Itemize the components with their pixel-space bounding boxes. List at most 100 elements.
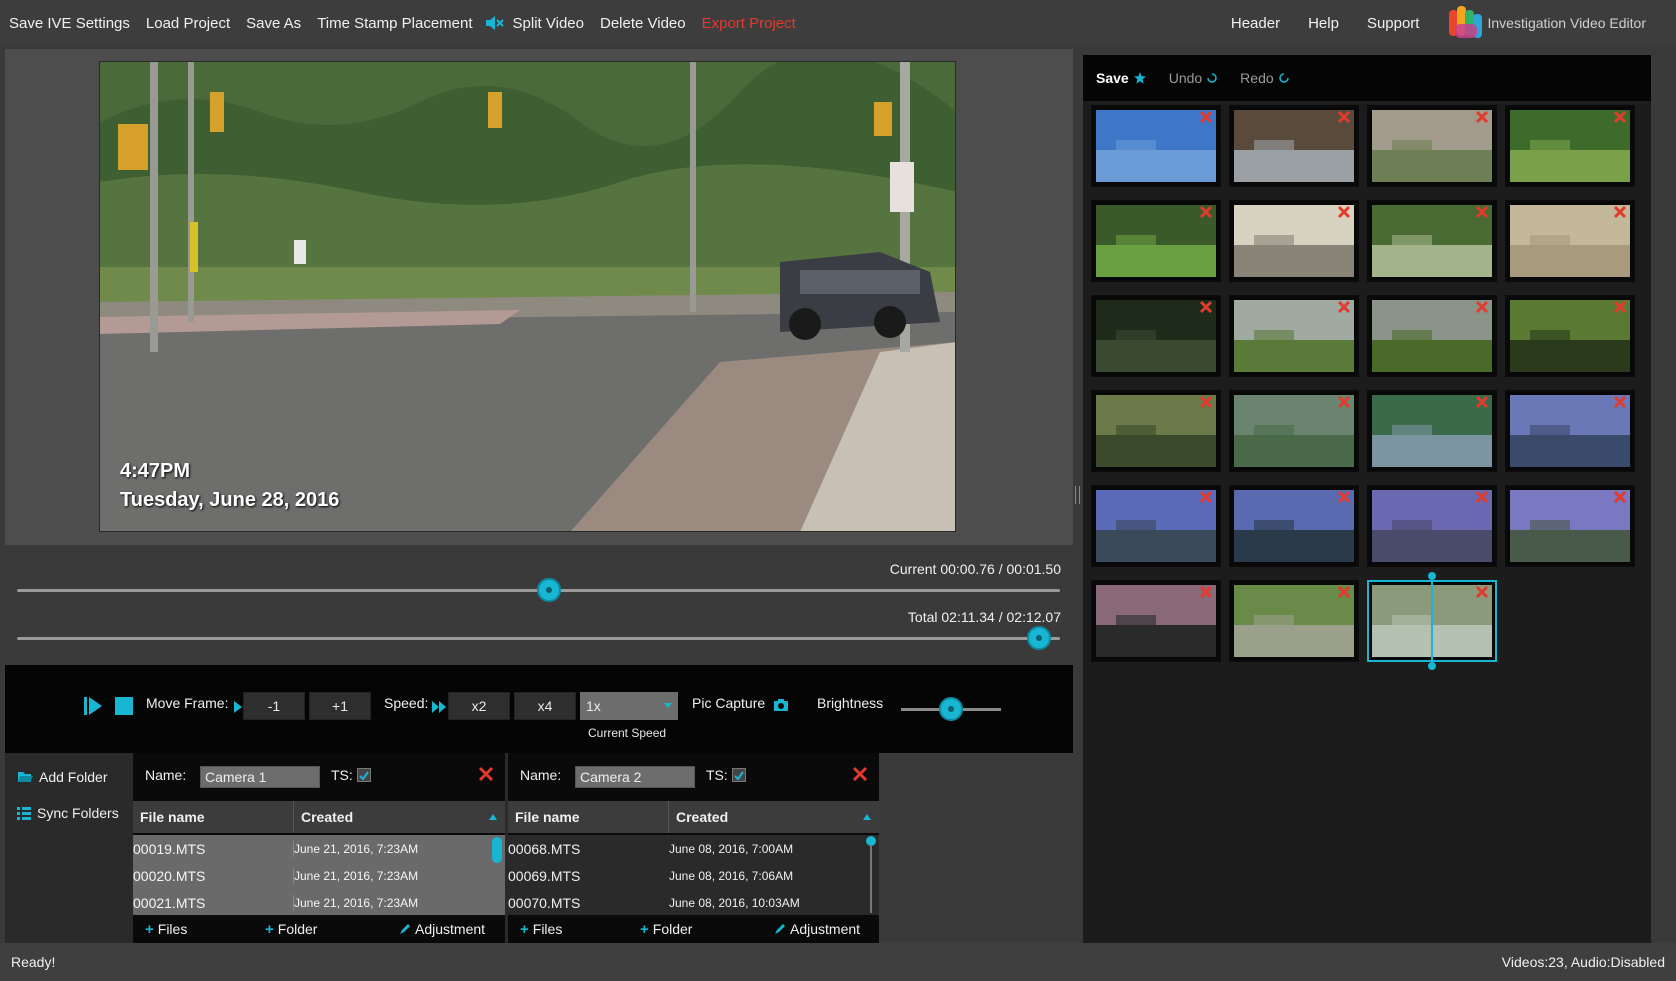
gallery-undo-button[interactable]: Undo [1169, 70, 1217, 86]
add-folder-to-camera-button[interactable]: + Folder [265, 921, 317, 938]
camera-1-name-input[interactable] [200, 766, 320, 788]
column-header-file-name[interactable]: File name [508, 801, 669, 833]
brightness-slider-thumb[interactable] [939, 697, 963, 721]
camera-icon[interactable] [773, 698, 789, 712]
delete-clip-icon[interactable] [1475, 490, 1489, 504]
clip-thumbnail[interactable] [1091, 485, 1221, 567]
camera-1-scrollbar[interactable] [491, 835, 503, 915]
clip-thumbnail[interactable] [1229, 105, 1359, 187]
clip-thumbnail[interactable] [1505, 295, 1635, 377]
clip-thumbnail[interactable] [1367, 295, 1497, 377]
column-header-created[interactable]: Created [669, 801, 879, 833]
table-row[interactable]: 00068.MTS June 08, 2016, 7:00AM [508, 835, 879, 862]
sync-folders-button[interactable]: Sync Folders [17, 805, 119, 821]
delete-clip-icon[interactable] [1337, 300, 1351, 314]
frame-back-button[interactable]: -1 [243, 692, 305, 720]
clip-thumbnail[interactable] [1091, 390, 1221, 472]
clip-thumbnail[interactable] [1505, 485, 1635, 567]
adjustment-button[interactable]: Adjustment [399, 921, 485, 937]
menu-support[interactable]: Support [1353, 15, 1434, 32]
table-row[interactable]: 00070.MTS June 08, 2016, 10:03AM [508, 889, 879, 915]
clip-thumbnail[interactable] [1229, 200, 1359, 282]
menu-help[interactable]: Help [1294, 15, 1353, 32]
menu-delete-video[interactable]: Delete Video [592, 15, 694, 32]
delete-clip-icon[interactable] [1199, 205, 1213, 219]
clip-thumbnail[interactable] [1091, 105, 1221, 187]
table-row[interactable]: 00019.MTS June 21, 2016, 7:23AM [133, 835, 505, 862]
delete-clip-icon[interactable] [1199, 395, 1213, 409]
add-folder-button[interactable]: Add Folder [17, 769, 107, 785]
speed-select[interactable]: 1x [580, 692, 678, 720]
current-clip-slider-thumb[interactable] [536, 578, 561, 602]
delete-clip-icon[interactable] [1337, 205, 1351, 219]
delete-clip-icon[interactable] [1337, 395, 1351, 409]
clip-thumbnail[interactable] [1367, 485, 1497, 567]
gallery-redo-button[interactable]: Redo [1240, 70, 1289, 86]
delete-clip-icon[interactable] [1475, 395, 1489, 409]
total-slider-thumb[interactable] [1027, 626, 1052, 650]
delete-clip-icon[interactable] [1337, 585, 1351, 599]
menu-save-as[interactable]: Save As [238, 15, 309, 32]
table-row[interactable]: 00069.MTS June 08, 2016, 7:06AM [508, 862, 879, 889]
total-slider[interactable] [17, 637, 1060, 640]
close-icon[interactable] [477, 765, 495, 783]
clip-thumbnail[interactable] [1367, 200, 1497, 282]
delete-clip-icon[interactable] [1475, 110, 1489, 124]
table-row[interactable]: 00020.MTS June 21, 2016, 7:23AM [133, 862, 505, 889]
speed-x2-button[interactable]: x2 [448, 692, 510, 720]
column-header-created[interactable]: Created [294, 801, 505, 833]
menu-time-stamp-placement[interactable]: Time Stamp Placement [309, 15, 480, 32]
camera-2-ts-checkbox[interactable] [732, 768, 746, 782]
clip-thumbnail[interactable] [1505, 390, 1635, 472]
delete-clip-icon[interactable] [1199, 110, 1213, 124]
clip-split-marker[interactable] [1431, 574, 1433, 668]
clip-thumbnail[interactable] [1229, 390, 1359, 472]
clip-thumbnail[interactable] [1091, 295, 1221, 377]
delete-clip-icon[interactable] [1613, 110, 1627, 124]
stop-icon[interactable] [115, 697, 133, 715]
clip-thumbnail[interactable] [1367, 105, 1497, 187]
delete-clip-icon[interactable] [1613, 395, 1627, 409]
camera-1-ts-checkbox[interactable] [357, 768, 371, 782]
camera-2-name-input[interactable] [575, 766, 695, 788]
clip-thumbnail[interactable] [1367, 390, 1497, 472]
delete-clip-icon[interactable] [1475, 205, 1489, 219]
delete-clip-icon[interactable] [1475, 300, 1489, 314]
gallery-save-button[interactable]: Save [1096, 70, 1146, 86]
clip-thumbnail[interactable] [1229, 580, 1359, 662]
add-folder-to-camera-button[interactable]: + Folder [640, 921, 692, 938]
delete-clip-icon[interactable] [1199, 585, 1213, 599]
clip-thumbnail[interactable] [1229, 295, 1359, 377]
adjustment-button[interactable]: Adjustment [774, 921, 860, 937]
clip-thumbnail[interactable] [1091, 200, 1221, 282]
delete-clip-icon[interactable] [1199, 490, 1213, 504]
clip-thumbnail[interactable] [1229, 485, 1359, 567]
menu-load-project[interactable]: Load Project [138, 15, 238, 32]
panel-resize-handle[interactable] [1075, 486, 1080, 504]
delete-clip-icon[interactable] [1337, 110, 1351, 124]
play-icon[interactable] [83, 696, 103, 716]
delete-clip-icon[interactable] [1337, 490, 1351, 504]
speed-x4-button[interactable]: x4 [514, 692, 576, 720]
video-player[interactable]: 4:47PM Tuesday, June 28, 2016 [99, 61, 956, 532]
mute-speaker-icon[interactable] [485, 14, 505, 32]
pic-capture-button[interactable]: Pic Capture [692, 695, 765, 711]
menu-header[interactable]: Header [1217, 15, 1294, 32]
clip-split-handle[interactable] [1428, 572, 1436, 580]
camera-2-scrollbar[interactable] [865, 835, 877, 915]
delete-clip-icon[interactable] [1199, 300, 1213, 314]
add-files-button[interactable]: + Files [145, 921, 187, 938]
clip-split-handle[interactable] [1428, 662, 1436, 670]
menu-export-project[interactable]: Export Project [694, 15, 804, 32]
clip-thumbnail[interactable] [1505, 200, 1635, 282]
clip-thumbnail[interactable] [1505, 105, 1635, 187]
delete-clip-icon[interactable] [1475, 585, 1489, 599]
column-header-file-name[interactable]: File name [133, 801, 294, 833]
clip-thumbnail[interactable] [1091, 580, 1221, 662]
add-files-button[interactable]: + Files [520, 921, 562, 938]
menu-save-ive-settings[interactable]: Save IVE Settings [0, 15, 138, 32]
close-icon[interactable] [851, 765, 869, 783]
table-row[interactable]: 00021.MTS June 21, 2016, 7:23AM [133, 889, 505, 915]
menu-split-video[interactable]: Split Video [505, 15, 592, 32]
frame-forward-button[interactable]: +1 [309, 692, 371, 720]
